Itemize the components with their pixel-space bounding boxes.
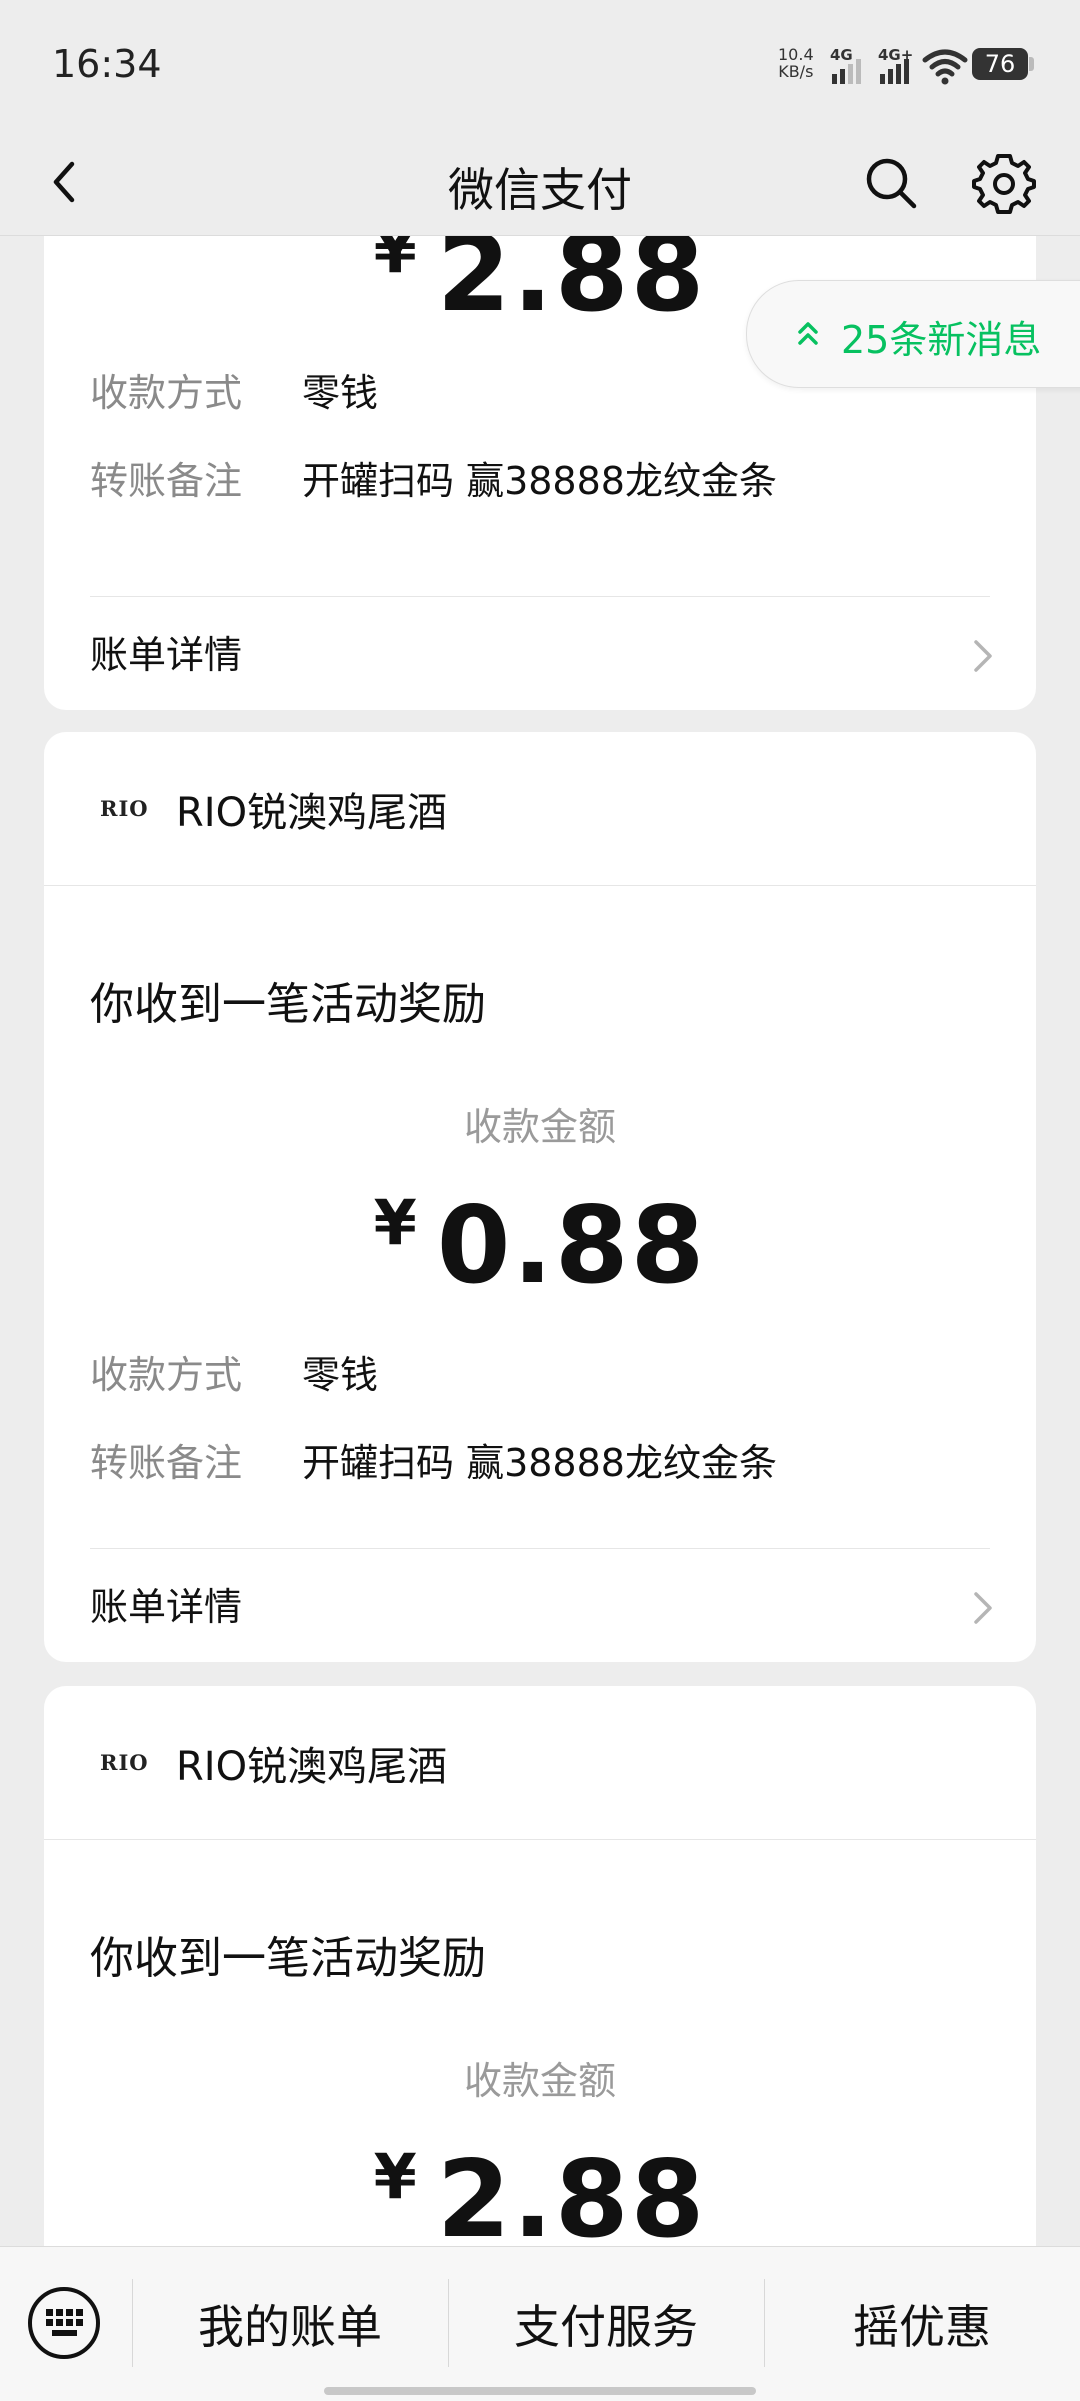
bill-detail-link[interactable]: 账单详情 <box>90 1552 990 1662</box>
payment-amount: ¥2.88 <box>44 2138 1036 2246</box>
search-icon <box>866 158 917 209</box>
chevron-right-icon <box>974 1592 992 1624</box>
currency-symbol: ¥ <box>373 236 419 287</box>
search-button[interactable] <box>860 152 920 212</box>
payment-method-value: 零钱 <box>302 371 379 415</box>
card-header[interactable]: RIO RIO锐澳鸡尾酒 <box>44 732 1036 886</box>
amount-label: 收款金额 <box>463 2059 616 2103</box>
network-speed-unit: KB/s <box>778 62 814 81</box>
message-list[interactable]: ¥2.88 收款方式 零钱 转账备注 开罐扫码 赢38888龙纹金条 账单详情 … <box>0 236 1080 2246</box>
amount-value: 2.88 <box>436 2138 707 2246</box>
brand-logo: RIO <box>100 1750 149 1775</box>
amount-value: 0.88 <box>436 1184 707 1307</box>
wifi-icon <box>922 49 968 85</box>
card-title: 你收到一笔活动奖励 <box>90 1933 486 1984</box>
card-header[interactable]: RIO RIO锐澳鸡尾酒 <box>44 1686 1036 1840</box>
currency-symbol: ¥ <box>373 1186 419 1259</box>
keyboard-toggle-button[interactable] <box>26 2285 102 2361</box>
transfer-note-label: 转账备注 <box>90 1441 243 1485</box>
payment-method-value: 零钱 <box>302 1353 379 1397</box>
sim1-label: 4G <box>830 46 853 64</box>
payment-card: RIO RIO锐澳鸡尾酒 你收到一笔活动奖励 收款金额 ¥2.88 <box>44 1686 1036 2246</box>
status-time: 16:34 <box>52 42 162 86</box>
home-indicator[interactable] <box>324 2387 756 2395</box>
bottom-menu-bar: 我的账单 支付服务 摇优惠 <box>0 2246 1080 2401</box>
bill-detail-link[interactable]: 账单详情 <box>90 600 990 710</box>
payment-method-label: 收款方式 <box>90 1353 243 1397</box>
battery-icon: 76 <box>972 48 1034 80</box>
battery-level: 76 <box>984 50 1016 78</box>
payment-amount: ¥0.88 <box>44 1184 1036 1307</box>
bill-detail-label: 账单详情 <box>90 1585 243 1629</box>
settings-button[interactable] <box>972 150 1036 214</box>
payment-method-label: 收款方式 <box>90 371 243 415</box>
bill-detail-label: 账单详情 <box>90 633 243 677</box>
chevron-right-icon <box>974 640 992 672</box>
currency-symbol: ¥ <box>373 2140 419 2213</box>
amount-label: 收款金额 <box>463 1105 616 1149</box>
brand-logo: RIO <box>100 796 149 821</box>
payment-card: RIO RIO锐澳鸡尾酒 你收到一笔活动奖励 收款金额 ¥0.88 收款方式 零… <box>44 732 1036 1662</box>
card-title: 你收到一笔活动奖励 <box>90 979 486 1030</box>
transfer-note-value: 开罐扫码 赢38888龙纹金条 <box>302 1441 777 1485</box>
network-speed-value: 10.4 <box>778 45 814 64</box>
tab-shake-offers[interactable]: 摇优惠 <box>764 2291 1080 2357</box>
nav-bar: 微信支付 <box>0 130 1080 236</box>
new-messages-button[interactable]: 25条新消息 <box>746 280 1080 388</box>
transfer-note-value: 开罐扫码 赢38888龙纹金条 <box>302 459 777 503</box>
amount-value: 2.88 <box>436 236 707 335</box>
brand-name: RIO锐澳鸡尾酒 <box>176 790 448 836</box>
brand-name: RIO锐澳鸡尾酒 <box>176 1744 448 1790</box>
transfer-note-label: 转账备注 <box>90 459 243 503</box>
signal-4g-icon: 4G <box>830 46 876 86</box>
tab-my-bills[interactable]: 我的账单 <box>132 2291 448 2357</box>
status-bar: 16:34 10.4 KB/s 4G 4G+ 76 <box>0 0 1080 130</box>
keyboard-icon <box>28 2287 100 2359</box>
new-messages-label: 25条新消息 <box>841 318 1042 362</box>
tab-payment-services[interactable]: 支付服务 <box>448 2291 764 2357</box>
network-speed: 10.4 KB/s <box>778 46 814 80</box>
gear-icon <box>972 154 1036 214</box>
signal-4g-plus-icon: 4G+ <box>878 46 924 86</box>
double-chevron-up-icon <box>798 322 818 345</box>
